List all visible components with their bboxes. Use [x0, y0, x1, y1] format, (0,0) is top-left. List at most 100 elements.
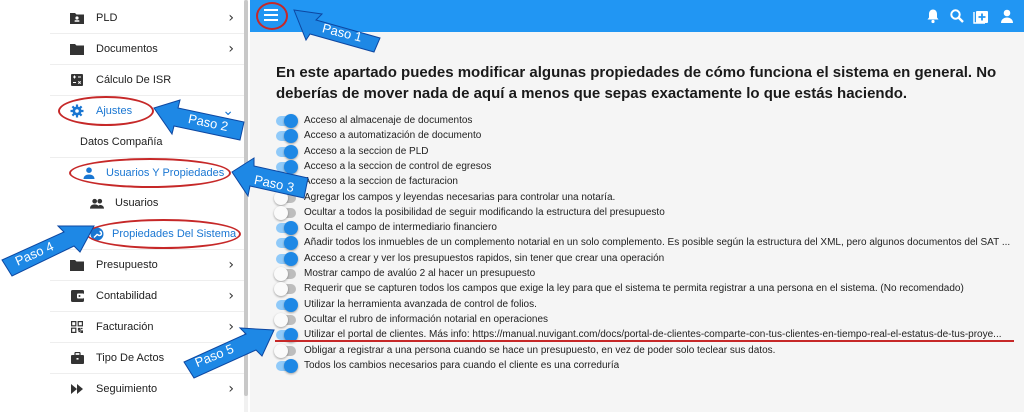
- sidebar-item-contabilidad[interactable]: Contabilidad ›: [50, 281, 248, 311]
- property-toggle-row: Acceso a automatización de documento: [276, 128, 1021, 144]
- toggle-knob: [274, 205, 288, 220]
- add-box-icon[interactable]: [973, 8, 989, 24]
- toggle-switch[interactable]: [276, 358, 298, 373]
- step-callout-1: Paso 1: [292, 8, 382, 54]
- sidebar-item-label: Tipo De Actos: [96, 352, 165, 364]
- highlight-ring-propiedades-sistema: [86, 219, 241, 249]
- sidebar-item-label: Usuarios: [115, 197, 159, 209]
- sidebar-item-label: Contabilidad: [96, 290, 158, 302]
- sidebar-item-label: Cálculo De ISR: [96, 74, 172, 86]
- step-callout-3: Paso 3: [230, 156, 310, 206]
- search-icon[interactable]: [949, 8, 965, 24]
- toggle-knob: [284, 297, 298, 312]
- highlight-ring-menu: [256, 2, 288, 30]
- id-card-folder-icon: [70, 11, 84, 25]
- property-label: Obligar a registrar a una persona cuando…: [304, 344, 776, 356]
- sidebar-item-label: Facturación: [96, 321, 154, 333]
- sidebar-item-label: Seguimiento: [96, 383, 158, 395]
- qr-code-icon: [70, 320, 84, 334]
- calculator-icon: [70, 73, 84, 87]
- page-heading: En este apartado puedes modificar alguna…: [276, 64, 997, 102]
- bell-icon[interactable]: [925, 8, 941, 24]
- property-label: Acceso a la seccion de PLD: [304, 145, 429, 157]
- property-label: Acceso al almacenaje de documentos: [304, 115, 473, 126]
- toggle-switch[interactable]: [274, 267, 296, 281]
- property-label: Utilizar la herramienta avanzada de cont…: [304, 298, 537, 310]
- property-label: Acceso a crear y ver los presupuestos ra…: [304, 252, 665, 264]
- toggle-knob: [284, 358, 298, 373]
- property-toggle-row: Acceso a la seccion de facturacion: [276, 174, 1021, 190]
- account-icon[interactable]: [999, 8, 1015, 24]
- step-callout-4: Paso 4: [0, 216, 96, 278]
- property-label: Agregar los campos y leyendas necesarias…: [304, 191, 616, 203]
- property-toggle-row: Utilizar la herramienta avanzada de cont…: [276, 297, 1021, 313]
- property-label: Acceso a la seccion de control de egreso…: [304, 160, 492, 172]
- toggle-knob: [284, 129, 298, 144]
- fast-forward-icon: [70, 382, 84, 396]
- toggle-knob: [284, 236, 298, 251]
- chevron-right-icon: ›: [228, 10, 234, 26]
- sidebar-item-documentos[interactable]: Documentos ›: [50, 34, 248, 64]
- property-toggle-row: Acceso a la seccion de control de egreso…: [276, 159, 1021, 175]
- property-toggle-row: Añadir todos los inmuebles de un complem…: [276, 235, 1021, 251]
- property-label: Ocultar el rubro de información notarial…: [304, 313, 549, 325]
- property-toggle-row: Ocultar el rubro de información notarial…: [274, 312, 1021, 328]
- toggle-knob: [274, 343, 288, 358]
- toggle-switch[interactable]: [276, 236, 298, 251]
- toggle-switch[interactable]: [276, 328, 298, 343]
- property-toggle-row: Obligar a registrar a una persona cuando…: [274, 343, 1021, 359]
- property-toggle-row: Agregar los campos y leyendas necesarias…: [274, 190, 1021, 206]
- sidebar-item-label: Presupuesto: [96, 259, 158, 271]
- property-toggle-row: Acceso a la seccion de PLD: [276, 144, 1021, 160]
- property-label: Acceso a la seccion de facturacion: [304, 176, 458, 188]
- toggle-knob: [284, 251, 298, 266]
- property-toggle-row: Todos los cambios necesarios para cuando…: [276, 358, 1021, 374]
- toggle-switch[interactable]: [276, 129, 298, 144]
- people-icon: [90, 196, 104, 210]
- wallet-icon: [70, 289, 84, 303]
- sidebar-item-usuarios[interactable]: Usuarios: [50, 188, 248, 218]
- toggle-switch[interactable]: [274, 282, 296, 297]
- step-callout-2: Paso 2: [150, 96, 246, 144]
- toggle-switch[interactable]: [274, 343, 296, 358]
- toggle-knob: [274, 267, 288, 281]
- property-toggle-row: Ocultar a todos la posibilidad de seguir…: [274, 205, 1021, 221]
- toggle-knob: [284, 221, 298, 236]
- sidebar-item-pld[interactable]: PLD ›: [50, 3, 248, 33]
- chevron-right-icon: ›: [228, 381, 234, 397]
- property-toggle-row: Requerir que se capturen todos los campo…: [274, 281, 1021, 297]
- highlight-underline-portal-clientes: [275, 340, 1014, 342]
- toggle-switch[interactable]: [276, 251, 298, 266]
- property-toggle-row: Mostrar campo de avalúo 2 al hacer un pr…: [274, 266, 1021, 282]
- highlight-ring-ajustes: [58, 96, 154, 126]
- toggle-switch[interactable]: [274, 205, 296, 220]
- property-toggle-row: Acceso a crear y ver los presupuestos ra…: [276, 251, 1021, 267]
- property-toggle-row: Oculta el campo de intermediario financi…: [276, 220, 1021, 236]
- sidebar-item-calculo-isr[interactable]: Cálculo De ISR: [50, 65, 248, 95]
- briefcase-icon: [70, 351, 84, 365]
- chevron-right-icon: ›: [228, 41, 234, 57]
- highlight-ring-usuarios-propiedades: [69, 158, 231, 188]
- property-label: Utilizar el portal de clientes. Más info…: [304, 329, 1002, 341]
- toggle-switch[interactable]: [276, 114, 298, 128]
- main-content: En este apartado puedes modificar alguna…: [250, 32, 1024, 412]
- chevron-right-icon: ›: [228, 257, 234, 273]
- chevron-right-icon: ›: [228, 288, 234, 304]
- property-label: Oculta el campo de intermediario financi…: [304, 222, 497, 234]
- property-label: Acceso a automatización de documento: [304, 130, 482, 142]
- sidebar-item-label: Documentos: [96, 43, 158, 55]
- property-label: Ocultar a todos la posibilidad de seguir…: [304, 206, 665, 218]
- toggle-switch[interactable]: [274, 312, 296, 327]
- step-callout-5: Paso 5: [180, 318, 276, 380]
- toggle-knob: [274, 312, 288, 327]
- toggle-switch[interactable]: [276, 297, 298, 312]
- toggle-switch[interactable]: [276, 221, 298, 236]
- property-label: Añadir todos los inmuebles de un complem…: [304, 237, 1011, 249]
- property-label: Mostrar campo de avalúo 2 al hacer un pr…: [304, 268, 536, 279]
- toggle-knob: [284, 114, 298, 128]
- sidebar-item-label: PLD: [96, 12, 118, 24]
- toggle-knob: [274, 282, 288, 297]
- folder-icon: [70, 42, 84, 56]
- property-toggle-row: Acceso al almacenaje de documentos: [276, 113, 1021, 129]
- property-label: Todos los cambios necesarios para cuando…: [304, 359, 620, 371]
